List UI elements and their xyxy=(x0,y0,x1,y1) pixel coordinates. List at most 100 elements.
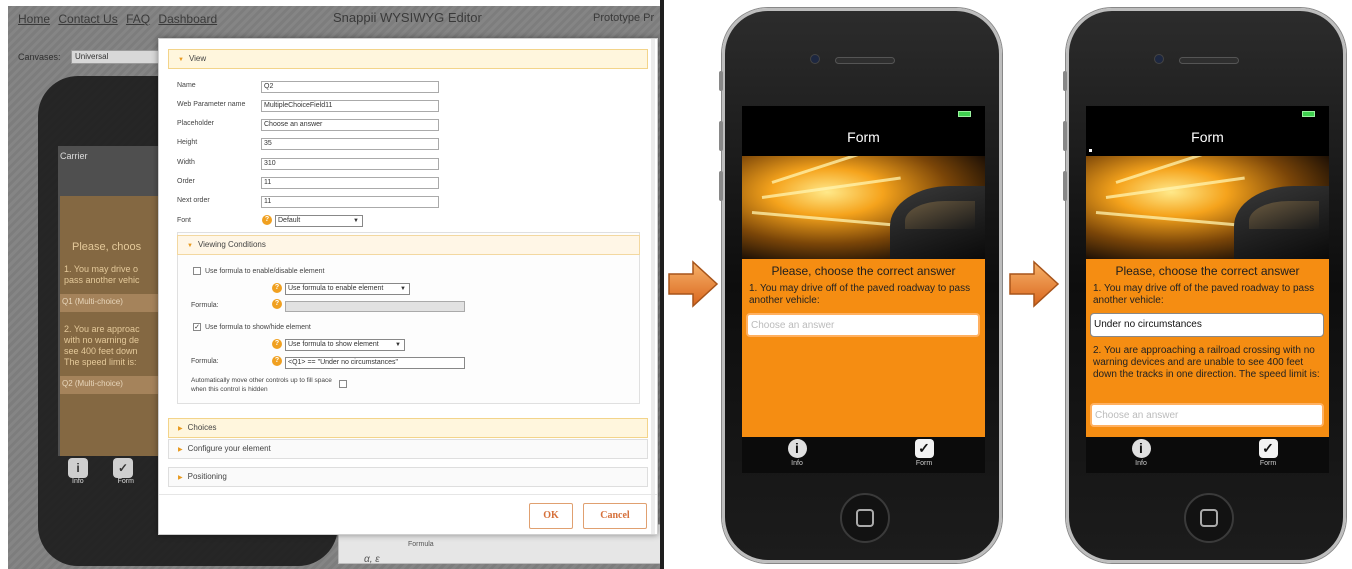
font-select-value: Default xyxy=(278,217,301,224)
bg-q1-field[interactable]: Q1 (Multi-choice) xyxy=(60,294,170,312)
order-input[interactable]: 11 xyxy=(261,177,439,189)
q2-answer-field[interactable]: Choose an answer xyxy=(1090,403,1324,427)
bg-q1-text: 1. You may drive o pass another vehic xyxy=(64,264,140,285)
enable-formula-label: Use formula to enable/disable element xyxy=(205,268,325,275)
bg-question-title: Please, choos xyxy=(72,241,142,253)
auto-move-checkbox[interactable] xyxy=(339,380,347,388)
battery-icon xyxy=(958,111,971,117)
tab-info-label: Info xyxy=(791,460,803,467)
view-section-header[interactable]: ▼ View xyxy=(168,49,648,69)
bg-tab-info-label: Info xyxy=(72,478,84,485)
help-icon[interactable]: ? xyxy=(272,339,282,349)
name-label: Name xyxy=(177,82,196,89)
font-select[interactable]: Default ▼ xyxy=(275,215,363,227)
nav-dashboard-link[interactable]: Dashboard xyxy=(158,12,217,26)
checkmark-icon: ✓ xyxy=(914,439,934,458)
formula-symbol[interactable]: α, ε xyxy=(364,554,380,565)
tab-bar: i Info ✓ Form xyxy=(742,437,985,473)
nav-contact-link[interactable]: Contact Us xyxy=(58,12,117,26)
volume-up-button xyxy=(1063,121,1067,151)
help-icon[interactable]: ? xyxy=(272,283,282,293)
light-streak xyxy=(1115,156,1231,184)
top-navigation: Home Contact Us FAQ Dashboard xyxy=(18,12,222,26)
web-parameter-input[interactable]: MultipleChoiceField11 xyxy=(261,100,439,112)
help-icon[interactable]: ? xyxy=(272,356,282,366)
caret-down-icon: ▼ xyxy=(178,57,184,63)
choices-section-header[interactable]: ▶ Choices xyxy=(168,418,648,438)
tab-form[interactable]: ✓ Form xyxy=(1243,439,1293,467)
next-order-input[interactable]: 11 xyxy=(261,196,439,208)
show-formula-field-label: Formula: xyxy=(191,358,219,365)
checkmark-icon[interactable]: ✓ xyxy=(113,458,133,478)
canvases-select[interactable]: Universal xyxy=(71,50,159,64)
show-formula-checkbox[interactable]: ✓ xyxy=(193,323,201,331)
tab-info[interactable]: i Info xyxy=(772,439,822,467)
bg-tabbar: i ✓ Info Form xyxy=(68,458,158,485)
viewing-conditions-label: Viewing Conditions xyxy=(197,240,266,249)
info-icon[interactable]: i xyxy=(68,458,88,478)
tab-info-label: Info xyxy=(1135,460,1147,467)
positioning-section-header[interactable]: ▶ Positioning xyxy=(168,467,648,487)
q1-answer-field[interactable]: Choose an answer xyxy=(746,313,980,337)
next-order-label: Next order xyxy=(177,197,210,204)
composite-screenshot: Home Contact Us FAQ Dashboard Snappii WY… xyxy=(0,0,1352,569)
mute-switch xyxy=(719,71,723,91)
enable-formula-select[interactable]: Use formula to enable element ▼ xyxy=(285,283,410,295)
arrow-right-icon xyxy=(668,260,719,308)
front-camera xyxy=(810,54,820,64)
nav-home-link[interactable]: Home xyxy=(18,12,50,26)
web-parameter-label: Web Parameter name xyxy=(177,101,246,108)
info-icon: i xyxy=(1131,439,1151,458)
q1-text: 1. You may drive off of the paved roadwa… xyxy=(749,283,971,306)
configure-section-label: Configure your element xyxy=(187,444,271,453)
cancel-button[interactable]: Cancel xyxy=(583,503,647,529)
tab-info[interactable]: i Info xyxy=(1116,439,1166,467)
configure-section-header[interactable]: ▶ Configure your element xyxy=(168,439,648,459)
question-title: Please, choose the correct answer xyxy=(1115,264,1300,278)
show-formula-label: Use formula to show/hide element xyxy=(205,324,311,331)
dropdown-arrow-icon: ▼ xyxy=(395,342,401,348)
ok-button[interactable]: OK xyxy=(529,503,573,529)
nav-faq-link[interactable]: FAQ xyxy=(126,12,150,26)
dialog-footer-divider xyxy=(159,494,657,495)
form-content: Please, choose the correct answer 1. You… xyxy=(1086,259,1329,437)
width-input[interactable]: 310 xyxy=(261,158,439,170)
viewing-conditions-header[interactable]: ▼ Viewing Conditions xyxy=(177,235,640,255)
dialog-scrollbar[interactable] xyxy=(651,39,655,534)
help-icon[interactable]: ? xyxy=(272,299,282,309)
question-title: Please, choose the correct answer xyxy=(771,264,956,278)
tab-form-label: Form xyxy=(915,460,933,467)
prototype-label: Prototype Pr xyxy=(593,12,655,24)
enable-formula-input xyxy=(285,301,465,312)
app-title: Snappii WYSIWYG Editor xyxy=(333,10,482,25)
light-streak xyxy=(751,211,902,228)
show-formula-input[interactable]: <Q1> == "Under no circumstances" xyxy=(285,357,465,369)
tab-form-label: Form xyxy=(1259,460,1277,467)
view-section-label: View xyxy=(188,54,207,63)
element-properties-dialog: ▼ View Name Q2 Web Parameter name Multipl… xyxy=(158,38,658,535)
help-icon[interactable]: ? xyxy=(262,215,272,225)
tab-form[interactable]: ✓ Form xyxy=(899,439,949,467)
carrier-label: Carrier xyxy=(60,151,88,161)
width-label: Width xyxy=(177,159,195,166)
q1-answer-field[interactable]: Under no circumstances xyxy=(1090,313,1324,337)
auto-move-label: Automatically move other controls up to … xyxy=(191,377,332,393)
show-formula-select[interactable]: Use formula to show element ▼ xyxy=(285,339,405,351)
enable-formula-field-label: Formula: xyxy=(191,302,219,309)
light-streak xyxy=(771,156,887,184)
placeholder-label: Placeholder xyxy=(177,120,214,127)
earpiece-speaker xyxy=(835,57,895,64)
bg-q2-field[interactable]: Q2 (Multi-choice) xyxy=(60,376,170,394)
snappii-editor: Home Contact Us FAQ Dashboard Snappii WY… xyxy=(8,6,661,569)
enable-formula-checkbox[interactable] xyxy=(193,267,201,275)
home-button-icon xyxy=(856,509,874,527)
caret-down-icon: ▼ xyxy=(187,243,193,249)
nav-title: Form xyxy=(1191,129,1224,145)
placeholder-input[interactable]: Choose an answer xyxy=(261,119,439,131)
name-input[interactable]: Q2 xyxy=(261,81,439,93)
phone-screen: Form Please, choose the correct answer 1… xyxy=(1086,106,1329,473)
phone-screen: Form Please, choose the correct answer 1… xyxy=(742,106,985,473)
q1-text: 1. You may drive off of the paved roadwa… xyxy=(1093,283,1315,306)
height-input[interactable]: 35 xyxy=(261,138,439,150)
show-formula-select-value: Use formula to show element xyxy=(288,341,379,348)
